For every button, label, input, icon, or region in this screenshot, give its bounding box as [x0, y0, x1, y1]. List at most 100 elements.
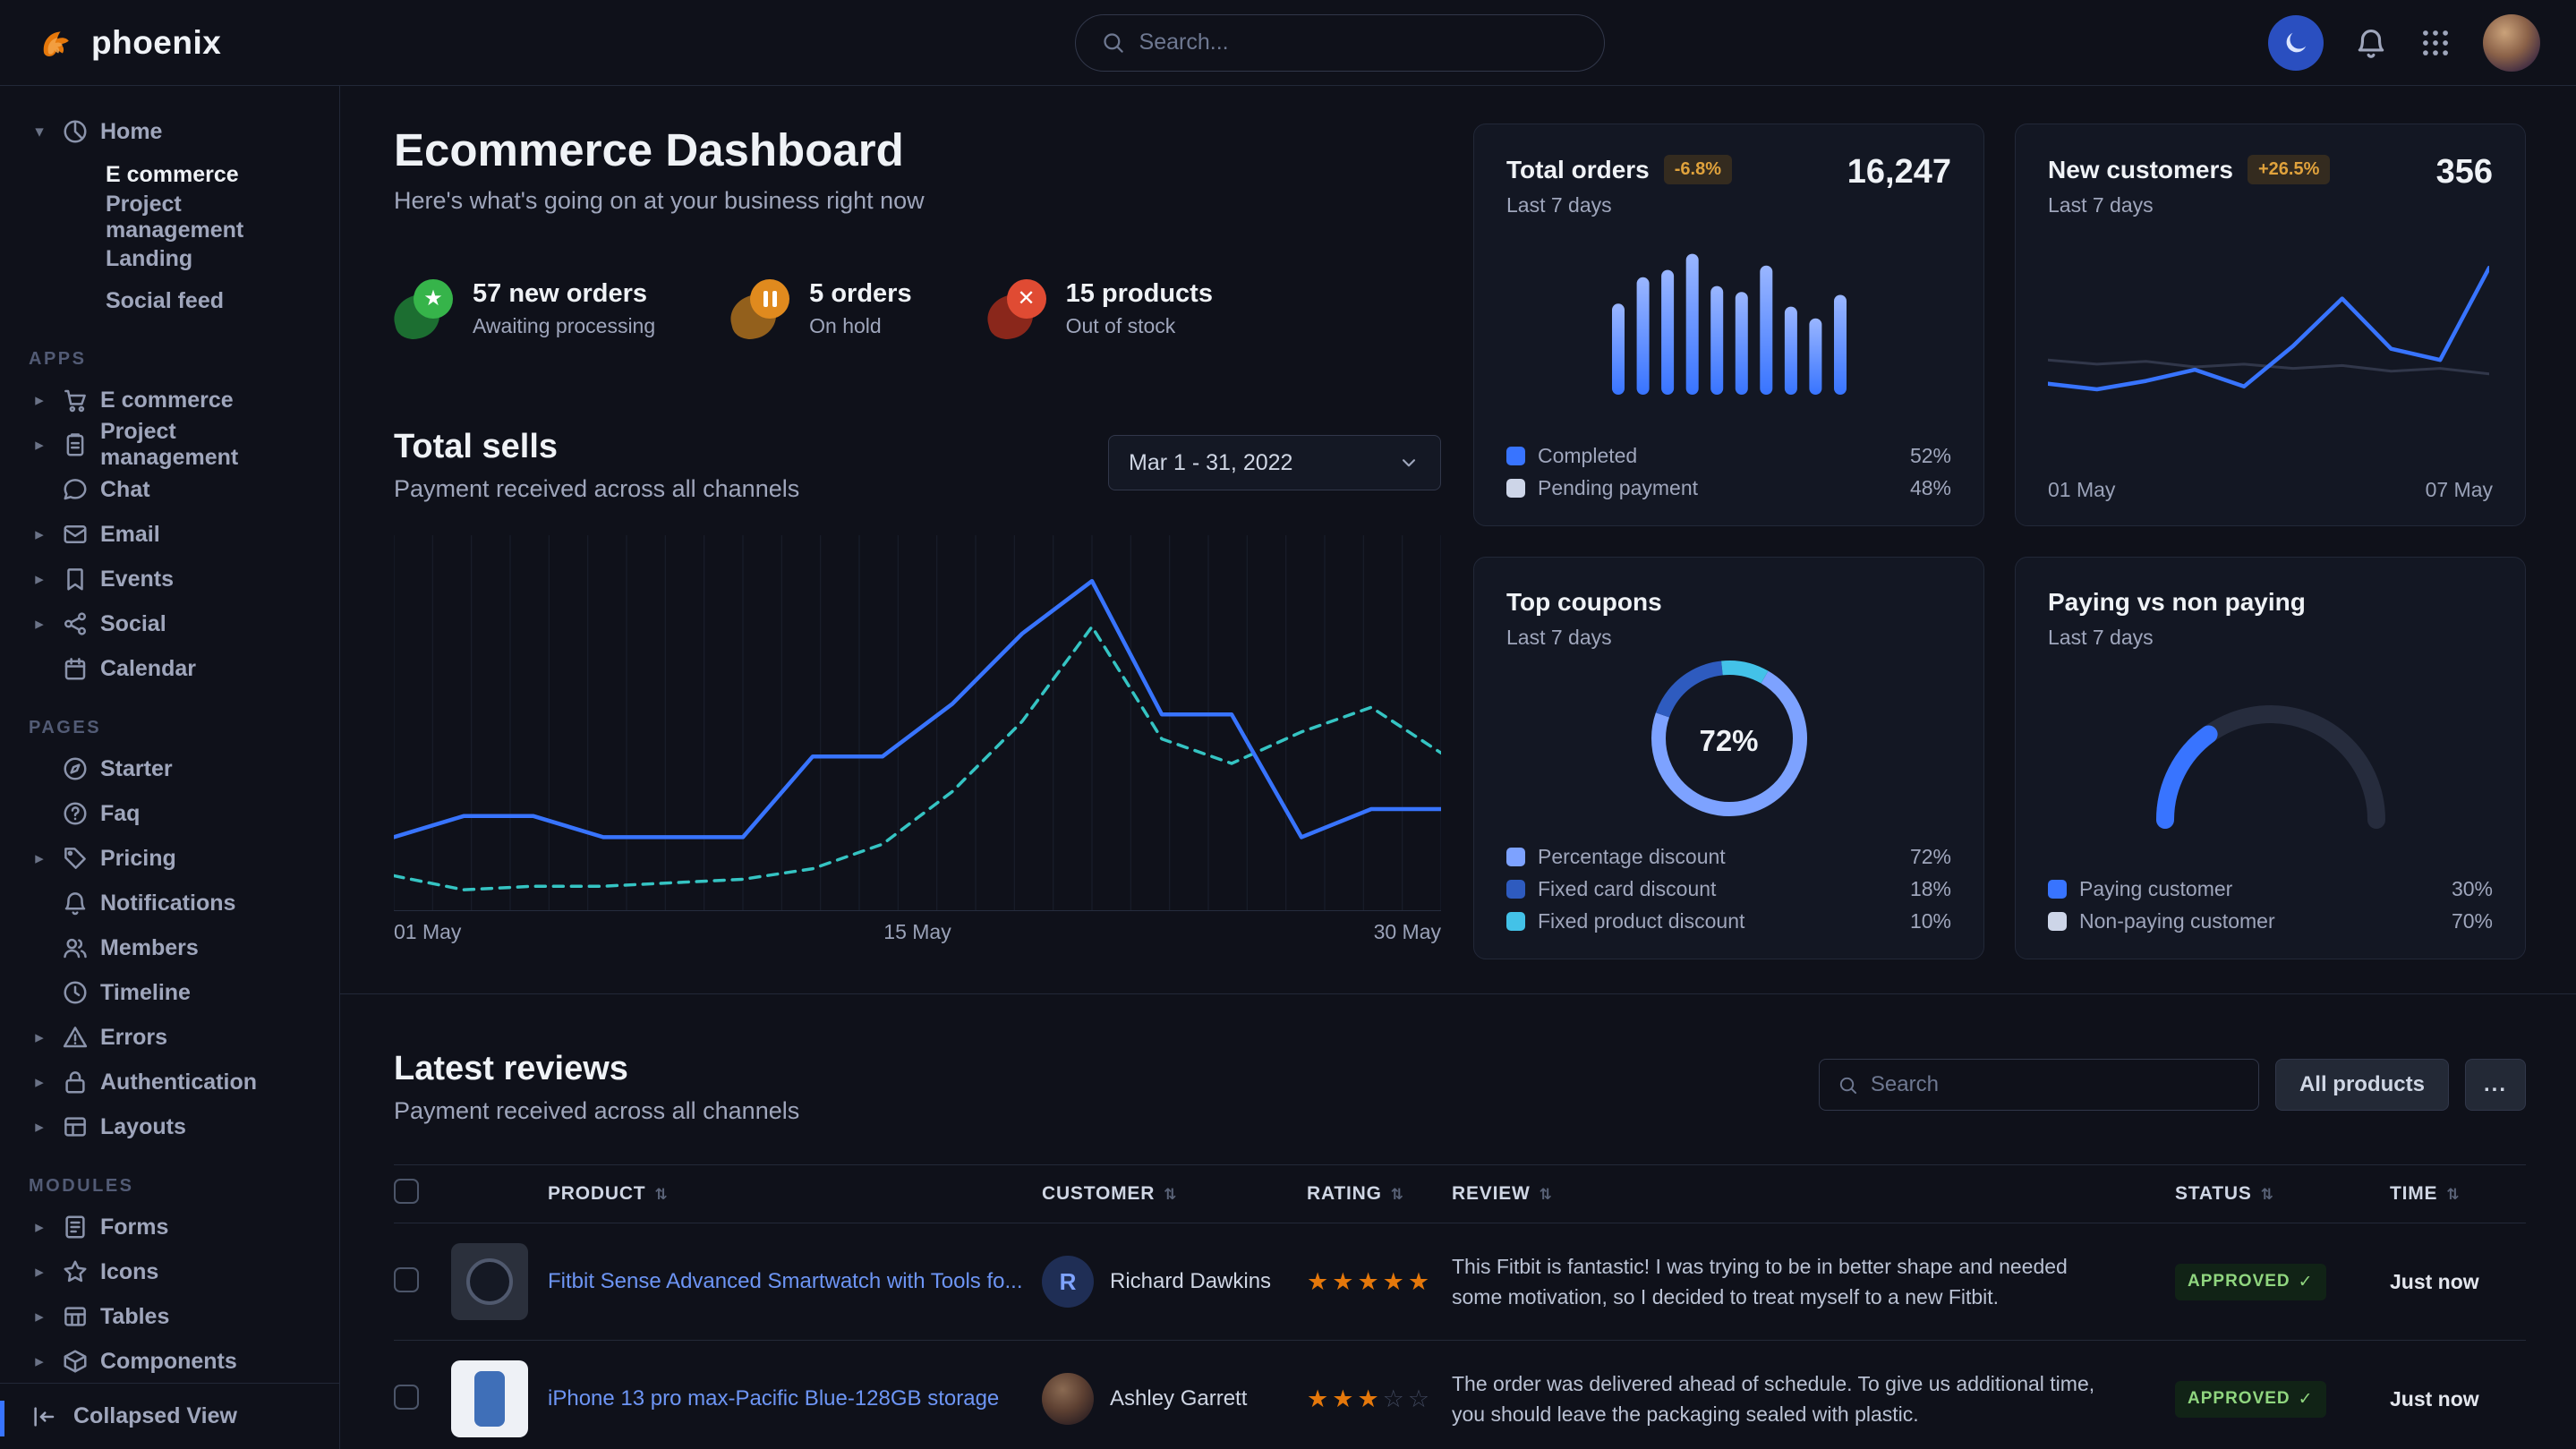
customer-name: Ashley Garrett [1110, 1386, 1247, 1411]
select-all-checkbox[interactable] [394, 1179, 419, 1204]
check-icon: ✓ [2299, 1389, 2314, 1410]
total-orders-bar-chart [1612, 243, 1847, 395]
change-badge: -6.8% [1664, 155, 1732, 184]
sidebar-subitem-project-management[interactable]: Project management [21, 196, 318, 238]
column-customer[interactable]: CUSTOMER⇅ [1042, 1165, 1307, 1223]
status-badge: APPROVED✓ [2175, 1264, 2326, 1300]
sidebar-item-chat[interactable]: Chat [21, 467, 318, 512]
phoenix-logo-icon [36, 22, 77, 64]
sidebar-subitem-social-feed[interactable]: Social feed [21, 280, 318, 322]
product-thumbnail[interactable] [451, 1360, 528, 1437]
brand[interactable]: phoenix [36, 22, 221, 64]
search-icon [1838, 1074, 1858, 1096]
collapse-left-icon [30, 1403, 57, 1430]
reviews-search-input[interactable] [1871, 1072, 2240, 1097]
sidebar-item-notifications[interactable]: Notifications [21, 881, 318, 925]
row-checkbox[interactable] [394, 1385, 419, 1410]
star-icon: ★ [423, 288, 443, 310]
brand-name: phoenix [91, 24, 221, 62]
sidebar-item-social[interactable]: Social [21, 601, 318, 646]
reviews-search[interactable] [1819, 1059, 2259, 1111]
legend-swatch [2048, 912, 2067, 931]
review-row: Fitbit Sense Advanced Smartwatch with To… [394, 1223, 2526, 1341]
column-rating[interactable]: RATING⇅ [1307, 1165, 1452, 1223]
sidebar-item-forms[interactable]: Forms [21, 1205, 318, 1249]
paying-card: Paying vs non paying Last 7 days Paying … [2015, 557, 2526, 959]
sidebar-subitem-ecommerce[interactable]: E commerce [21, 154, 318, 196]
sidebar-item-layouts[interactable]: Layouts [21, 1104, 318, 1149]
calendar-icon [62, 655, 89, 682]
stat-orders-on-hold: 5 orders On hold [730, 279, 911, 338]
product-link[interactable]: Fitbit Sense Advanced Smartwatch with To… [548, 1269, 1042, 1294]
top-coupons-legend: Percentage discount 72% Fixed card disco… [1506, 840, 1951, 937]
column-review[interactable]: REVIEW⇅ [1452, 1165, 2175, 1223]
user-avatar[interactable] [2483, 14, 2540, 72]
apps-grid-button[interactable] [2418, 26, 2452, 60]
sidebar-item-pricing[interactable]: Pricing [21, 836, 318, 881]
top-navbar: phoenix [0, 0, 2576, 86]
sidebar-item-timeline[interactable]: Timeline [21, 970, 318, 1015]
customer-avatar: R [1042, 1256, 1094, 1308]
reviews-title: Latest reviews [394, 1050, 799, 1088]
search-icon [1101, 30, 1125, 55]
page-title: Ecommerce Dashboard [394, 124, 1441, 176]
legend-swatch [1506, 447, 1525, 465]
caret-right-icon [29, 569, 50, 590]
help-icon [62, 800, 89, 827]
column-product[interactable]: PRODUCT⇅ [548, 1165, 1042, 1223]
total-sells-title: Total sells [394, 428, 799, 466]
chevron-down-icon [1397, 451, 1420, 474]
change-badge: +26.5% [2248, 155, 2330, 184]
sidebar-item-tables[interactable]: Tables [21, 1294, 318, 1339]
sidebar-item-ecommerce-app[interactable]: E commerce [21, 378, 318, 422]
card-title: Paying vs non paying [2048, 588, 2306, 617]
cart-icon [62, 387, 89, 413]
sidebar-item-events[interactable]: Events [21, 557, 318, 601]
new-customers-x-axis: 01 May 07 May [2048, 478, 2493, 502]
table-icon [62, 1303, 89, 1330]
sidebar-item-authentication[interactable]: Authentication [21, 1060, 318, 1104]
legend-swatch [2048, 880, 2067, 899]
rating-stars: ★★★★★ [1307, 1268, 1452, 1296]
row-checkbox[interactable] [394, 1267, 419, 1292]
navbar-actions [2268, 14, 2540, 72]
sidebar-item-members[interactable]: Members [21, 925, 318, 970]
collapsed-view-toggle[interactable]: Collapsed View [0, 1383, 339, 1449]
stats-row: ★ 57 new orders Awaiting processing 5 or… [394, 279, 1441, 338]
sidebar-item-faq[interactable]: Faq [21, 791, 318, 836]
section-label-modules: MODULES [29, 1176, 311, 1196]
sidebar-item-project-management[interactable]: Project management [21, 422, 318, 467]
sidebar-item-email[interactable]: Email [21, 512, 318, 557]
scrollbar-thumb[interactable] [0, 1401, 4, 1436]
caret-right-icon [29, 1072, 50, 1093]
review-text: The order was delivered ahead of schedul… [1452, 1368, 2141, 1430]
column-time[interactable]: TIME⇅ [2390, 1165, 2526, 1223]
notifications-button[interactable] [2354, 26, 2388, 60]
sidebar-item-components[interactable]: Components [21, 1339, 318, 1384]
page-subtitle: Here's what's going on at your business … [394, 187, 1441, 215]
rating-stars: ★★★☆☆ [1307, 1385, 1452, 1413]
product-link[interactable]: iPhone 13 pro max-Pacific Blue-128GB sto… [548, 1386, 1042, 1411]
paying-legend: Paying customer 30% Non-paying customer … [2048, 873, 2493, 937]
chat-icon [62, 476, 89, 503]
column-status[interactable]: STATUS⇅ [2175, 1165, 2390, 1223]
sidebar-item-icons[interactable]: Icons [21, 1249, 318, 1294]
donut-center-value: 72% [1644, 653, 1814, 828]
all-products-button[interactable]: All products [2275, 1059, 2449, 1111]
sidebar-subitem-landing[interactable]: Landing [21, 238, 318, 280]
clipboard-icon [62, 431, 89, 458]
theme-toggle-button[interactable] [2268, 15, 2324, 71]
review-text: This Fitbit is fantastic! I was trying t… [1452, 1251, 2141, 1313]
sidebar-item-home[interactable]: Home [21, 109, 318, 154]
alert-triangle-icon [62, 1024, 89, 1051]
more-options-button[interactable]: ... [2465, 1059, 2526, 1111]
global-search-input[interactable] [1139, 30, 1579, 55]
date-range-select[interactable]: Mar 1 - 31, 2022 [1108, 435, 1441, 490]
product-thumbnail[interactable] [451, 1243, 528, 1320]
global-search[interactable] [1075, 14, 1605, 72]
section-label-apps: APPS [29, 349, 311, 369]
sort-icon: ⇅ [1540, 1186, 1553, 1203]
sidebar-item-starter[interactable]: Starter [21, 746, 318, 791]
sidebar-item-calendar[interactable]: Calendar [21, 646, 318, 691]
sidebar-item-errors[interactable]: Errors [21, 1015, 318, 1060]
